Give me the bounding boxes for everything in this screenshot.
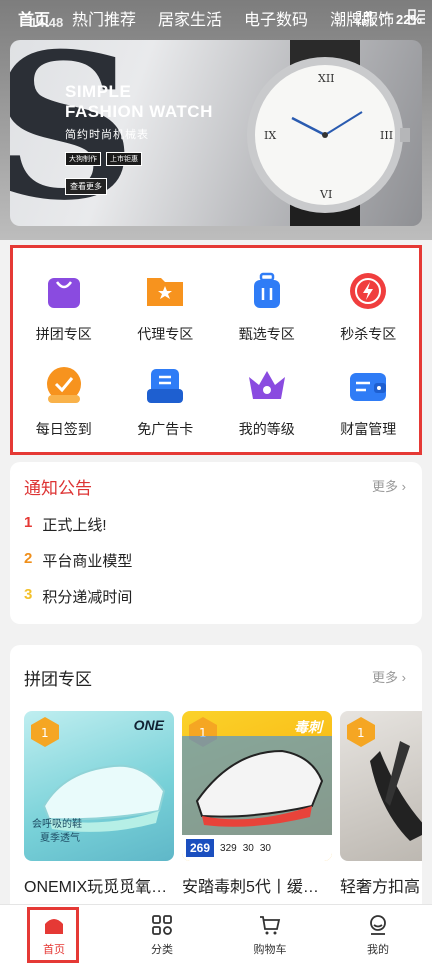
flash-clock-icon <box>350 273 387 309</box>
watch-image: XII III VI IX <box>247 40 410 226</box>
feature-grid-card: 拼团专区 代理专区 甄选专区 秒杀专区 每日签到 免广告卡 我的等级 财富管理 <box>10 245 422 455</box>
product-image: 1 ONE 会呼吸的鞋 夏季透气 <box>24 711 174 861</box>
nav-label: 分类 <box>151 943 173 956</box>
feature-label: 财富管理 <box>340 421 397 437</box>
price-component: 30 <box>242 842 254 854</box>
banner-slogan-1: SIMPLE <box>65 82 132 101</box>
document-card-icon <box>147 369 184 403</box>
tab-electronics[interactable]: 电子数码 <box>244 6 308 30</box>
menu-grid-icon[interactable] <box>408 8 426 26</box>
svg-text:VI: VI <box>319 188 332 201</box>
heel-image <box>370 741 422 841</box>
shopping-bag-icon <box>47 278 80 308</box>
product-list: 1 ONE 会呼吸的鞋 夏季透气 ONEMIX玩觅觅氧… 1 毒刺 269 32… <box>24 711 422 897</box>
crown-icon <box>248 371 285 399</box>
folder-star-icon <box>147 278 184 306</box>
feature-daily-checkin[interactable]: 每日签到 <box>13 353 115 448</box>
top-category-tabs: 首页 热门推荐 居家生活 电子数码 潮牌服饰 <box>0 6 432 30</box>
product-price: 269 <box>186 839 215 857</box>
nav-label: 我的 <box>367 943 389 956</box>
banner-carousel[interactable]: S SIMPLE FASHION WATCH 简约时尚机械表 大狗制作 上市钜惠… <box>10 40 422 226</box>
notice-item[interactable]: 2 平台商业模型 <box>24 550 132 586</box>
svg-text:IX: IX <box>264 129 276 142</box>
feature-label: 免广告卡 <box>137 421 194 437</box>
product-title: 轻奢方扣高 <box>340 879 421 896</box>
product-card[interactable]: 1 毒刺 269 329 30 30 安踏毒刺5代丨缓… <box>182 711 332 897</box>
feature-group-buy[interactable]: 拼团专区 <box>13 258 115 353</box>
notice-num: 2 <box>24 550 33 567</box>
profile-icon <box>370 914 386 935</box>
product-card[interactable]: 1 轻奢方扣高 <box>340 711 422 897</box>
feature-wealth[interactable]: 财富管理 <box>318 353 420 448</box>
feature-label: 每日签到 <box>35 421 92 437</box>
price-component: 329 <box>220 842 237 854</box>
product-image: 1 <box>340 711 422 861</box>
feature-label: 代理专区 <box>137 326 194 342</box>
luggage-icon <box>253 272 280 308</box>
product-tagline: 会呼吸的鞋 <box>32 819 82 830</box>
nav-cart[interactable]: 购物车 <box>216 905 324 964</box>
feature-label: 秒杀专区 <box>340 326 397 342</box>
feature-agent[interactable]: 代理专区 <box>115 258 217 353</box>
nav-label: 首页 <box>43 943 65 956</box>
feature-label: 我的等级 <box>238 421 295 437</box>
svg-text:XII: XII <box>318 72 335 85</box>
notice-num: 1 <box>24 514 33 531</box>
group-buy-card: 拼团专区 更多 › 1 ONE 会呼吸的鞋 夏季透气 ONEMIX玩觅觅氧… 1… <box>10 645 422 915</box>
nav-category[interactable]: 分类 <box>108 905 216 964</box>
tab-hot[interactable]: 热门推荐 <box>72 6 136 30</box>
banner-chip: 上市钜惠 <box>106 152 142 166</box>
category-icon <box>152 914 172 935</box>
price-component: 30 <box>259 842 271 854</box>
price-strip: 269 329 30 30 <box>182 835 332 861</box>
wallet-icon <box>350 373 387 401</box>
nav-label: 购物车 <box>253 943 287 956</box>
nav-home[interactable]: 首页 <box>0 905 108 964</box>
banner-chip: 大狗制作 <box>65 152 101 166</box>
product-title: ONEMIX玩觅觅氧… <box>24 879 168 896</box>
banner-area: S SIMPLE FASHION WATCH 简约时尚机械表 大狗制作 上市钜惠… <box>0 0 432 240</box>
notice-text: 积分递减时间 <box>42 589 133 606</box>
notice-text: 平台商业模型 <box>42 553 133 570</box>
notice-num: 3 <box>24 586 33 603</box>
home-icon <box>45 918 63 934</box>
check-badge-icon <box>46 367 81 403</box>
notice-more-link[interactable]: 更多 › <box>372 476 406 495</box>
group-buy-title: 拼团专区 <box>24 670 92 689</box>
feature-selected[interactable]: 甄选专区 <box>216 258 318 353</box>
feature-flash-sale[interactable]: 秒杀专区 <box>318 258 420 353</box>
product-tagline-2: 夏季透气 <box>40 833 80 844</box>
product-card[interactable]: 1 ONE 会呼吸的鞋 夏季透气 ONEMIX玩觅觅氧… <box>24 711 174 897</box>
notice-item[interactable]: 1 正式上线! <box>24 514 132 550</box>
nav-profile[interactable]: 我的 <box>324 905 432 964</box>
banner-chips: 大狗制作 上市钜惠 <box>65 152 142 166</box>
notice-item[interactable]: 3 积分递减时间 <box>24 586 132 622</box>
banner-cta-button[interactable]: 查看更多 <box>65 178 107 195</box>
notice-text: 正式上线! <box>42 517 107 534</box>
banner-slogan-2: FASHION WATCH <box>65 102 213 121</box>
notice-card: 通知公告 更多 › 1 正式上线! 2 平台商业模型 3 积分递减时间 <box>10 462 422 624</box>
svg-text:III: III <box>380 129 393 142</box>
banner-subtitle: 简约时尚机械表 <box>65 129 149 141</box>
tab-home[interactable]: 首页 <box>18 6 50 30</box>
cart-icon <box>260 915 281 934</box>
tab-fashion[interactable]: 潮牌服饰 <box>330 6 394 30</box>
bottom-nav: 首页 分类 购物车 我的 <box>0 904 432 964</box>
product-image: 1 毒刺 269 329 30 30 <box>182 711 332 861</box>
feature-grid: 拼团专区 代理专区 甄选专区 秒杀专区 每日签到 免广告卡 我的等级 财富管理 <box>13 248 419 448</box>
notice-list: 1 正式上线! 2 平台商业模型 3 积分递减时间 <box>24 514 132 622</box>
product-title: 安踏毒刺5代丨缓… <box>182 879 319 896</box>
feature-adfree-card[interactable]: 免广告卡 <box>115 353 217 448</box>
feature-label: 拼团专区 <box>35 326 92 342</box>
group-buy-more-link[interactable]: 更多 › <box>372 667 406 686</box>
feature-my-level[interactable]: 我的等级 <box>216 353 318 448</box>
feature-label: 甄选专区 <box>238 326 295 342</box>
notice-title: 通知公告 <box>24 479 92 498</box>
tab-home-living[interactable]: 居家生活 <box>158 6 222 30</box>
